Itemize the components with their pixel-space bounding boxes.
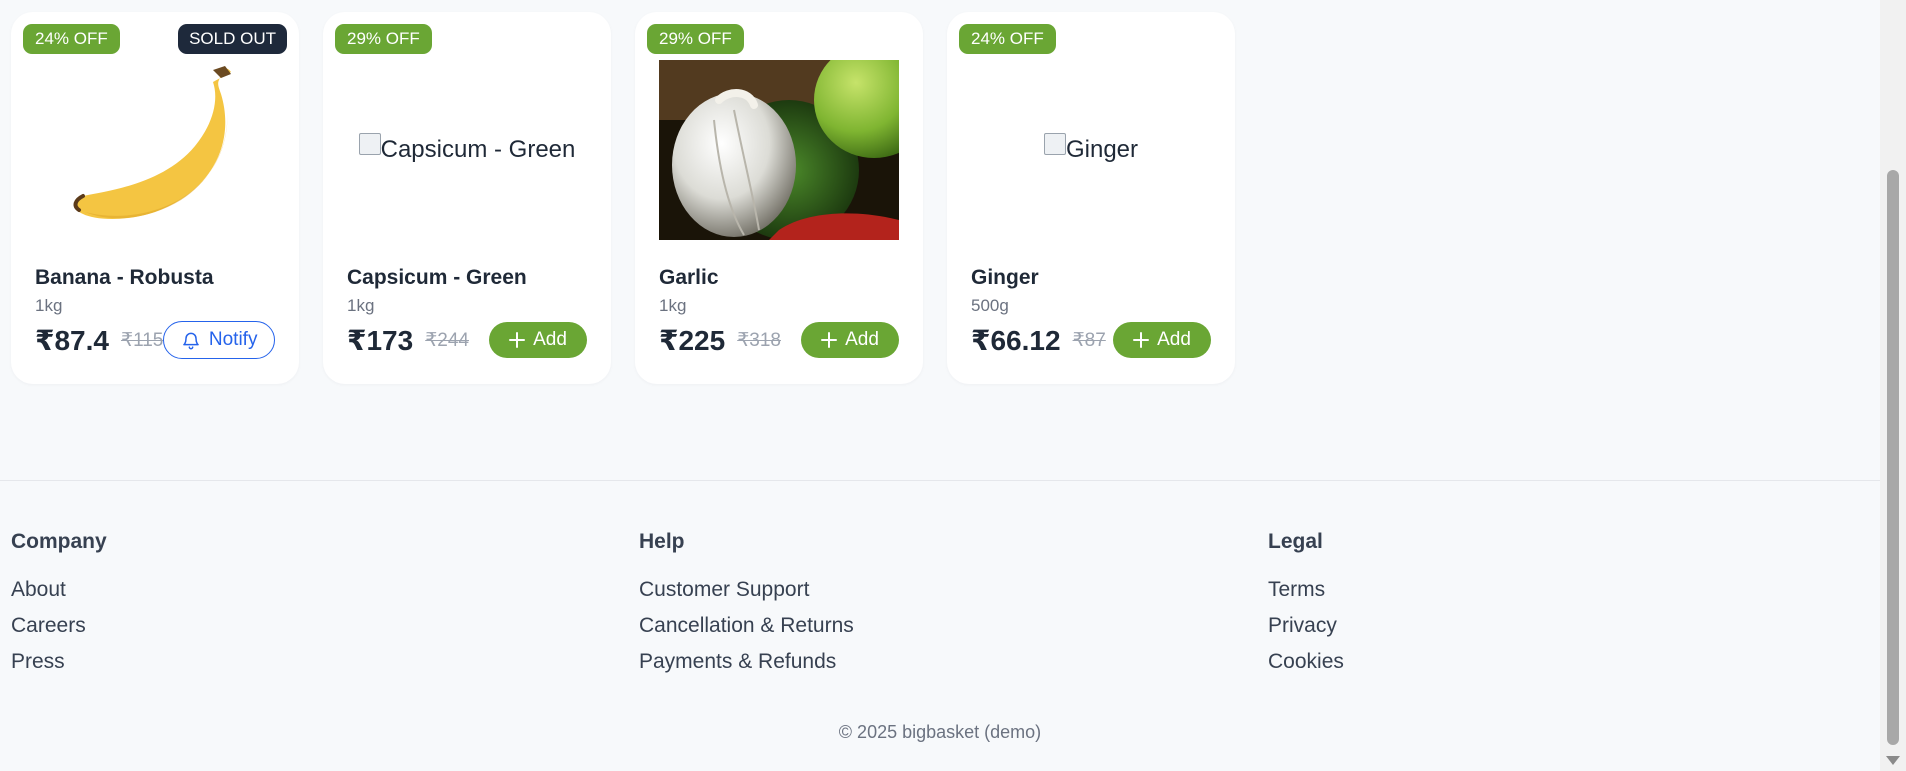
broken-image-icon	[1043, 133, 1066, 155]
product-quantity: 1kg	[659, 296, 687, 315]
price-row: ₹66.12 ₹87 Add	[971, 320, 1211, 360]
vertical-scrollbar[interactable]	[1880, 0, 1906, 771]
product-card[interactable]: 29% OFF Capsicum - Green Capsicum - Gree…	[323, 12, 611, 384]
product-price: ₹173	[347, 324, 414, 356]
sold-out-badge: SOLD OUT	[178, 24, 287, 54]
notify-label: Notify	[208, 329, 258, 350]
price-row: ₹225 ₹318 Add	[659, 320, 899, 360]
page: 24% OFF SOLD OUT Banana - Robusta 1kg ₹8…	[0, 0, 1906, 771]
product-card[interactable]: 29% OFF Garlic 1kg ₹225 ₹318 Add	[635, 12, 923, 384]
product-name: Banana - Robusta	[35, 266, 214, 289]
add-label: Add	[533, 329, 567, 350]
product-mrp: ₹87	[1072, 329, 1106, 351]
footer-link-privacy[interactable]: Privacy	[1268, 608, 1344, 644]
footer-column-company: Company About Careers Press	[11, 530, 107, 680]
scrollbar-thumb[interactable]	[1887, 170, 1899, 745]
broken-image: Capsicum - Green	[358, 133, 576, 164]
discount-badge: 29% OFF	[335, 24, 432, 54]
product-name: Capsicum - Green	[347, 266, 527, 289]
footer-link-press[interactable]: Press	[11, 644, 107, 680]
copyright: © 2025 bigbasket (demo)	[838, 722, 1042, 742]
discount-badge: 29% OFF	[647, 24, 744, 54]
product-image[interactable]	[659, 54, 899, 246]
add-button[interactable]: Add	[1113, 322, 1211, 358]
price-row: ₹87.4 ₹115 Notify	[35, 320, 275, 360]
product-price: ₹225	[659, 324, 726, 356]
product-quantity: 500g	[971, 296, 1009, 315]
footer-column-help: Help Customer Support Cancellation & Ret…	[639, 530, 854, 680]
price-row: ₹173 ₹244 Add	[347, 320, 587, 360]
product-card[interactable]: 24% OFF SOLD OUT Banana - Robusta 1kg ₹8…	[11, 12, 299, 384]
footer-link-customer-support[interactable]: Customer Support	[639, 572, 854, 608]
footer-heading: Legal	[1268, 530, 1323, 553]
image-alt-text: Capsicum - Green	[380, 136, 576, 163]
bell-icon	[183, 332, 199, 350]
broken-image-icon	[358, 133, 381, 155]
footer-link-cancellation-returns[interactable]: Cancellation & Returns	[639, 608, 854, 644]
product-mrp: ₹244	[425, 329, 469, 351]
add-button[interactable]: Add	[801, 322, 899, 358]
product-mrp: ₹318	[737, 329, 781, 351]
broken-image: Ginger	[1043, 133, 1139, 164]
product-name: Ginger	[971, 266, 1039, 289]
product-quantity: 1kg	[347, 296, 375, 315]
product-mrp: ₹115	[120, 329, 164, 351]
plus-icon	[821, 332, 838, 348]
footer-heading: Company	[11, 530, 107, 553]
plus-icon	[1133, 332, 1150, 348]
product-image[interactable]: Ginger	[971, 54, 1211, 246]
product-price: ₹66.12	[971, 324, 1061, 356]
footer-link-careers[interactable]: Careers	[11, 608, 107, 644]
discount-badge: 24% OFF	[23, 24, 120, 54]
footer-link-about[interactable]: About	[11, 572, 107, 608]
plus-icon	[509, 332, 526, 348]
footer-link-terms[interactable]: Terms	[1268, 572, 1344, 608]
discount-badge: 24% OFF	[959, 24, 1056, 54]
product-price: ₹87.4	[35, 324, 109, 356]
footer-column-legal: Legal Terms Privacy Cookies	[1268, 530, 1344, 680]
footer-heading: Help	[639, 530, 685, 553]
footer-link-payments-refunds[interactable]: Payments & Refunds	[639, 644, 854, 680]
add-label: Add	[1157, 329, 1191, 350]
notify-button[interactable]: Notify	[163, 321, 275, 359]
product-image[interactable]	[35, 54, 275, 246]
scroll-down-arrow-icon[interactable]	[1886, 756, 1900, 765]
garlic-image	[659, 60, 899, 240]
add-label: Add	[845, 329, 879, 350]
image-alt-text: Ginger	[1065, 136, 1139, 163]
banana-image	[73, 66, 231, 219]
add-button[interactable]: Add	[489, 322, 587, 358]
product-name: Garlic	[659, 266, 719, 289]
footer-divider	[0, 480, 1880, 481]
product-grid: 24% OFF SOLD OUT Banana - Robusta 1kg ₹8…	[11, 12, 1235, 384]
product-quantity: 1kg	[35, 296, 63, 315]
product-card[interactable]: 24% OFF Ginger Ginger 500g ₹66.12 ₹87 Ad…	[947, 12, 1235, 384]
footer-link-cookies[interactable]: Cookies	[1268, 644, 1344, 680]
product-image[interactable]: Capsicum - Green	[347, 54, 587, 246]
